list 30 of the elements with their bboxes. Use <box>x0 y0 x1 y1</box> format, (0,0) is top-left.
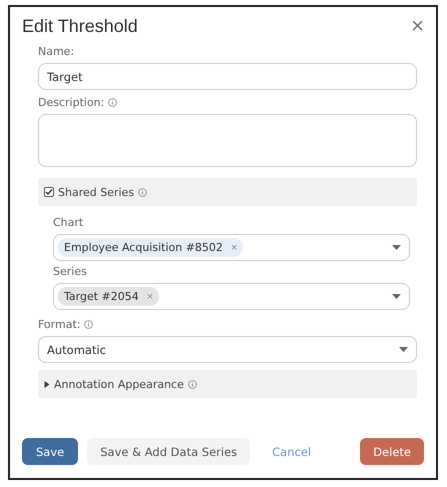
chip-text: Employee Acquisition #8502 <box>64 241 223 254</box>
field-label: Format: <box>38 318 80 331</box>
panel-label: Shared Series <box>58 186 134 198</box>
annotation-panel[interactable]: Annotation Appearance <box>38 370 417 398</box>
dropdown-caret-icon[interactable] <box>392 294 401 299</box>
dropdown-caret-icon[interactable] <box>399 347 408 352</box>
info-icon <box>188 380 197 388</box>
select-value: Automatic <box>46 342 106 356</box>
checkbox[interactable] <box>44 187 54 197</box>
field-label: Series <box>53 265 87 278</box>
field-label: Name: <box>38 45 74 58</box>
close-button[interactable]: × <box>411 15 424 37</box>
description-field[interactable] <box>38 114 417 167</box>
action-button[interactable]: Save & Add Data Series <box>87 438 250 465</box>
field-label: Chart <box>53 216 84 229</box>
dropdown-caret-icon[interactable] <box>392 245 401 250</box>
dialog-title: Edit Threshold <box>22 16 138 36</box>
action-button[interactable]: Delete <box>360 438 424 465</box>
select-field[interactable]: Target #2054 × <box>53 283 410 310</box>
name-field[interactable]: Target <box>38 63 417 90</box>
info-icon <box>84 320 94 329</box>
panel-label: Annotation Appearance <box>54 378 184 390</box>
field-label: Description: <box>38 96 104 109</box>
info-icon <box>108 98 118 107</box>
info-icon <box>138 188 148 196</box>
action-button[interactable]: Save <box>22 438 78 465</box>
select-field[interactable]: Employee Acquisition #8502 × <box>53 234 410 261</box>
chip-text: Target #2054 <box>64 290 139 303</box>
shared-series-panel[interactable]: Shared Series <box>38 178 417 206</box>
format-select[interactable]: Automatic <box>38 336 417 363</box>
